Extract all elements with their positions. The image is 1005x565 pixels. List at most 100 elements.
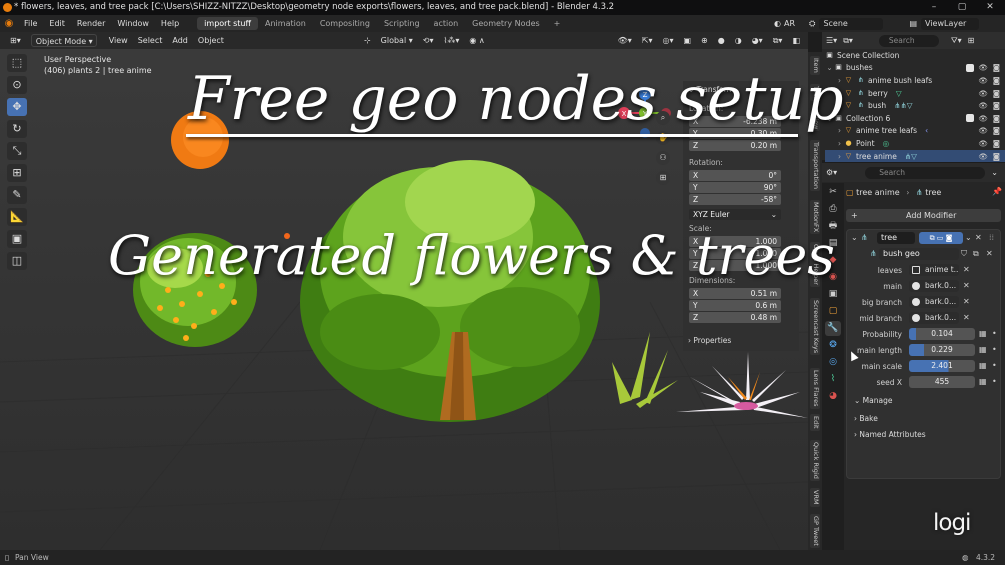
- attribute-toggle-icon[interactable]: ▦: [979, 377, 987, 386]
- rotate-tool-icon[interactable]: ↻: [7, 120, 27, 138]
- measure-tool-icon[interactable]: 📐: [7, 208, 27, 226]
- node-group-selector[interactable]: bush geo: [879, 248, 959, 260]
- rotation-x-field[interactable]: X 0°: [689, 170, 781, 181]
- outliner-row-bushes[interactable]: ⌄ ▣ bushes 👁 ◙: [825, 62, 1005, 75]
- ar-label[interactable]: AR: [784, 19, 795, 28]
- expand-icon[interactable]: ›: [835, 152, 844, 161]
- bake-subpanel[interactable]: › Bake: [854, 414, 878, 423]
- attribute-toggle-icon[interactable]: ▦: [979, 361, 987, 370]
- gizmo-toggle-icon[interactable]: ⇱▾: [638, 34, 657, 47]
- shading-rendered-icon[interactable]: ◕▾: [748, 34, 767, 47]
- workspace-tab-geometry-nodes[interactable]: Geometry Nodes: [465, 17, 546, 30]
- workspace-tab-scripting[interactable]: Scripting: [377, 17, 427, 30]
- modifier-display-toggles[interactable]: ⧉ ▭ ◙: [919, 232, 963, 244]
- workspace-tab-compositing[interactable]: Compositing: [313, 17, 377, 30]
- outliner-row-tree-anime[interactable]: › ▽ tree anime ⋔▽ 👁 ◙: [825, 149, 1005, 163]
- location-z-field[interactable]: Z 0.20 m: [689, 140, 781, 151]
- camera-toggle-icon[interactable]: ⚇: [656, 151, 670, 165]
- visibility-icon[interactable]: 👁▾: [614, 34, 636, 47]
- transform-orientation-dropdown[interactable]: Global ▾: [377, 34, 417, 47]
- menu-help[interactable]: Help: [155, 19, 185, 28]
- named-attributes-subpanel[interactable]: › Named Attributes: [854, 430, 926, 439]
- shading-material-icon[interactable]: ◑: [731, 34, 746, 47]
- display-mode-icon[interactable]: ⧉▾: [843, 36, 853, 46]
- object-tab-icon[interactable]: ▢: [825, 304, 841, 319]
- transform-tool-icon[interactable]: ⊞: [7, 164, 27, 182]
- close-window-button[interactable]: ✕: [976, 0, 1004, 15]
- menu-file[interactable]: File: [18, 19, 43, 28]
- maximize-button[interactable]: ▢: [948, 0, 976, 15]
- shading-wireframe-icon[interactable]: ⊕: [697, 34, 712, 47]
- sidebar-tab-lens-flares[interactable]: Lens Flares: [810, 368, 820, 409]
- outliner-row-anime-bush-leafs[interactable]: › ▽ ⋔ anime bush leafs 👁 ◙: [825, 74, 1005, 87]
- add-mesh-tool-icon[interactable]: ◫: [7, 252, 27, 270]
- clear-leaves-icon[interactable]: ✕: [963, 265, 970, 274]
- render-camera-icon[interactable]: ◙: [993, 101, 1000, 110]
- visibility-eye-icon[interactable]: 👁: [978, 76, 988, 85]
- outliner-editor-icon[interactable]: ☰▾: [826, 36, 837, 45]
- xray-toggle-icon[interactable]: ▣: [679, 34, 695, 47]
- cursor-tool-icon[interactable]: ⊙: [7, 76, 27, 94]
- modifier-collapse-icon[interactable]: ⌄: [851, 233, 858, 242]
- modifier-name-input[interactable]: tree: [877, 232, 915, 244]
- constraints-tab-icon[interactable]: ⌇: [825, 372, 841, 387]
- keyframe-dot-icon[interactable]: •: [992, 377, 997, 386]
- attribute-toggle-icon[interactable]: ▦: [979, 345, 987, 354]
- render-camera-icon[interactable]: ◙: [993, 89, 1000, 98]
- viewport-menu-object[interactable]: Object: [194, 34, 228, 47]
- outliner-row-anime-tree-leafs[interactable]: › ▽ anime tree leafs ‹ 👁 ◙: [825, 125, 1005, 138]
- sidebar-tab-screencast-keys[interactable]: Screencast Keys: [810, 298, 820, 356]
- material-tab-icon[interactable]: ◕: [825, 389, 841, 404]
- outliner-row-scene-collection[interactable]: ▣ Scene Collection: [825, 49, 1005, 62]
- properties-options-icon[interactable]: ⌄: [991, 168, 998, 177]
- seed-x-field[interactable]: 455: [909, 376, 975, 388]
- proportional-edit-icon[interactable]: ◉ ∧: [465, 34, 488, 47]
- mid-branch-material-field[interactable]: bark.0...: [909, 312, 959, 324]
- menu-edit[interactable]: Edit: [43, 19, 71, 28]
- add-cube-tool-icon[interactable]: ▣: [7, 230, 27, 248]
- snap-icon[interactable]: ⌇⁂▾: [439, 34, 463, 47]
- add-workspace-button[interactable]: +: [547, 17, 568, 30]
- render-camera-icon[interactable]: ◙: [993, 126, 1000, 135]
- shading-solid-icon[interactable]: ●: [714, 34, 729, 47]
- add-modifier-button[interactable]: + Add Modifier: [846, 209, 1001, 222]
- main-material-field[interactable]: bark.0...: [909, 280, 959, 292]
- duplicate-icon[interactable]: ⧉: [973, 249, 979, 259]
- sidebar-tab-edit[interactable]: Edit: [810, 414, 820, 431]
- exclude-checkbox[interactable]: [966, 114, 974, 123]
- scale-tool-icon[interactable]: ⤡: [7, 142, 27, 160]
- menu-window[interactable]: Window: [111, 19, 155, 28]
- keyframe-dot-icon[interactable]: •: [992, 345, 997, 354]
- viewport-menu-view[interactable]: View: [105, 34, 132, 47]
- outliner-row-point[interactable]: › ● Point ◎ 👁 ◙: [825, 137, 1005, 150]
- render-tab-icon[interactable]: ⎙: [825, 202, 841, 217]
- main-length-slider[interactable]: 0.229: [909, 344, 975, 356]
- pin-icon[interactable]: 📌: [992, 187, 1002, 196]
- workspace-tab-animation[interactable]: Animation: [258, 17, 313, 30]
- render-camera-icon[interactable]: ◙: [993, 63, 1000, 72]
- move-tool-icon[interactable]: ✥: [7, 98, 27, 116]
- pivot-point-icon[interactable]: ⟲▾: [419, 34, 438, 47]
- dimensions-z-field[interactable]: Z 0.48 m: [689, 312, 781, 323]
- big-branch-material-field[interactable]: bark.0...: [909, 296, 959, 308]
- manage-subpanel[interactable]: ⌄ Manage: [854, 396, 892, 405]
- modifier-tab-icon[interactable]: 🔧: [825, 321, 841, 336]
- attribute-toggle-icon[interactable]: ▦: [979, 329, 987, 338]
- new-collection-icon[interactable]: ⊞: [968, 36, 975, 45]
- visibility-eye-icon[interactable]: 👁: [978, 139, 988, 148]
- object-mode-dropdown[interactable]: Object Mode ▾: [30, 34, 97, 47]
- clear-big-branch-icon[interactable]: ✕: [963, 297, 970, 306]
- rotation-mode-dropdown[interactable]: XYZ Euler ⌄: [689, 209, 781, 220]
- dimensions-y-field[interactable]: Y 0.6 m: [689, 300, 781, 311]
- scene-selector[interactable]: Scene: [819, 17, 884, 30]
- particles-tab-icon[interactable]: ❂: [825, 338, 841, 353]
- select-box-tool-icon[interactable]: ⬚: [7, 54, 27, 72]
- editor-type-icon[interactable]: ⊞▾: [6, 34, 25, 47]
- visibility-eye-icon[interactable]: 👁: [978, 101, 988, 110]
- modifier-drag-handle-icon[interactable]: ⁞⁞: [989, 233, 994, 242]
- fake-user-shield-icon[interactable]: ⛉: [961, 249, 967, 259]
- visibility-eye-icon[interactable]: 👁: [978, 126, 988, 135]
- viewport-menu-select[interactable]: Select: [134, 34, 167, 47]
- visibility-eye-icon[interactable]: 👁: [978, 152, 988, 161]
- sidebar-tab-transportation[interactable]: Transportation: [810, 140, 820, 191]
